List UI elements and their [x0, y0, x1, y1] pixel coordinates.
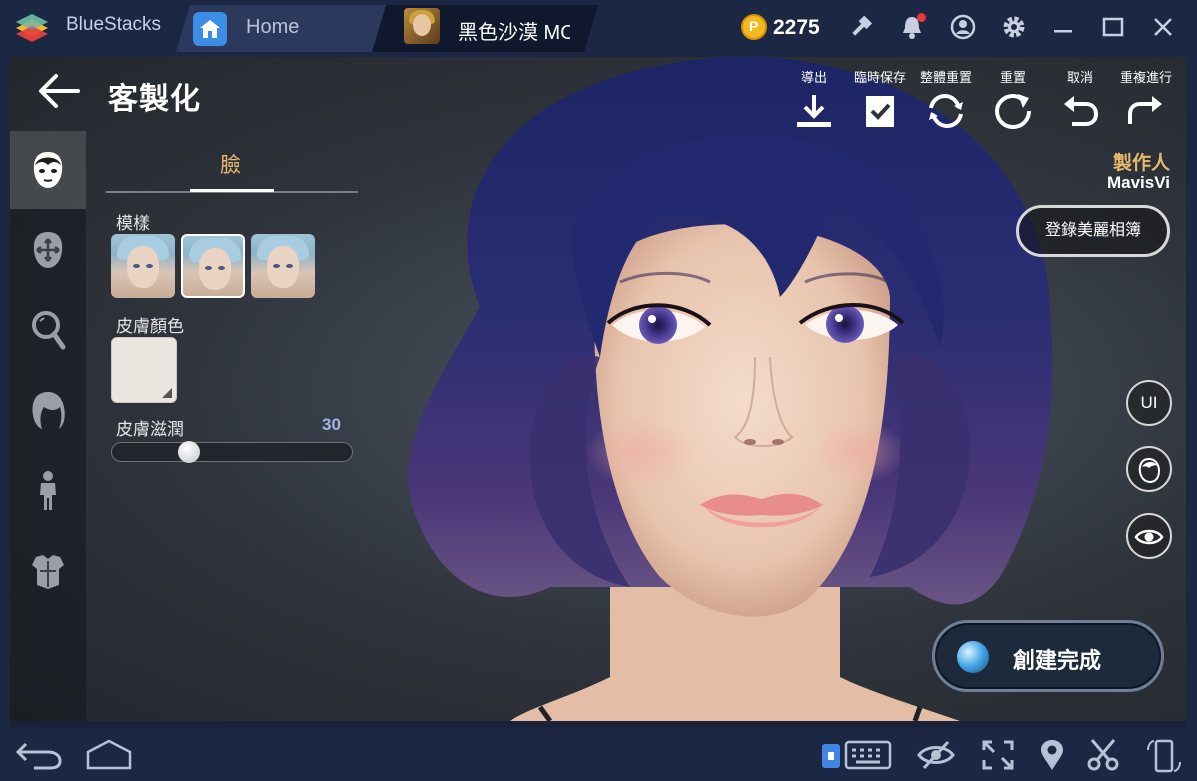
notification-dot: [917, 13, 926, 22]
download-icon: [797, 95, 831, 127]
hair-toggle-button[interactable]: [1126, 446, 1172, 492]
body-icon: [40, 471, 56, 510]
face-preset-2[interactable]: [181, 234, 245, 298]
sidebar-item-face[interactable]: [10, 131, 86, 209]
create-complete-button[interactable]: 創建完成: [932, 620, 1164, 692]
frame-right: [1186, 52, 1197, 728]
hammer-icon[interactable]: [848, 13, 876, 41]
undo-icon: [1064, 96, 1099, 126]
head-hair-icon: [1138, 457, 1161, 484]
tab-home-label[interactable]: Home: [246, 16, 299, 39]
gear-icon[interactable]: [1000, 13, 1028, 41]
frame-left: [0, 52, 10, 728]
rotate-icon: [994, 93, 1031, 130]
coin-count[interactable]: 2275: [773, 16, 820, 40]
game-viewport[interactable]: 客製化 臉 模樣 皮膚顏色 皮膚滋潤 30 導出 臨時保存 整體重置 重置 取消…: [10, 57, 1186, 721]
mirror-icon: [32, 311, 66, 350]
page-title: 客製化: [108, 83, 201, 116]
refresh-all-icon: [929, 93, 963, 129]
category-sidebar: [10, 131, 86, 721]
face-preset-3[interactable]: [251, 234, 315, 298]
home-nav-icon[interactable]: [84, 738, 134, 770]
rotate-device-icon[interactable]: [1144, 738, 1184, 774]
temp-save-button[interactable]: 臨時保存: [850, 67, 910, 130]
skin-moisture-label: 皮膚滋潤: [116, 420, 184, 439]
bluestacks-logo-icon: [16, 14, 48, 42]
eye-icon: [1134, 529, 1164, 545]
back-arrow-icon[interactable]: [36, 71, 82, 111]
eye-slash-icon[interactable]: [916, 738, 956, 772]
maximize-icon[interactable]: [1099, 13, 1127, 41]
maker-name: MavisVi: [1106, 173, 1170, 192]
style-label: 模樣: [116, 214, 150, 233]
sidebar-item-makeup[interactable]: [10, 291, 86, 369]
fullscreen-icon[interactable]: [980, 738, 1016, 772]
close-icon[interactable]: [1149, 13, 1177, 41]
scissors-icon[interactable]: [1086, 738, 1120, 772]
hair-icon: [32, 392, 65, 429]
minimize-icon[interactable]: [1049, 13, 1077, 41]
location-icon[interactable]: [1036, 738, 1068, 772]
game-app-icon[interactable]: [404, 8, 440, 44]
ui-toggle-button[interactable]: UI: [1126, 380, 1172, 426]
export-button[interactable]: 導出: [784, 67, 844, 130]
home-icon[interactable]: [193, 12, 227, 46]
beauty-album-button[interactable]: 登錄美麗相簿: [1016, 205, 1170, 257]
skin-color-swatch[interactable]: [111, 337, 177, 403]
sidebar-item-face-shape[interactable]: [10, 211, 86, 289]
redo-icon: [1128, 96, 1162, 124]
armor-icon: [32, 555, 64, 589]
sidebar-item-body[interactable]: [10, 451, 86, 529]
face-preset-1[interactable]: [111, 234, 175, 298]
reset-all-button[interactable]: 整體重置: [916, 67, 976, 130]
coin-icon[interactable]: P: [741, 14, 767, 40]
view-toggle-button[interactable]: [1126, 513, 1172, 559]
face-move-icon: [33, 232, 63, 268]
app-name: BlueStacks: [66, 14, 162, 35]
skin-moisture-slider[interactable]: [111, 442, 353, 462]
keyboard-icon[interactable]: [820, 738, 892, 772]
maker-title: 製作人: [1112, 153, 1170, 174]
redo-button[interactable]: 重複進行: [1116, 67, 1176, 130]
tab-game-label[interactable]: 黑色沙漠 MOBILE: [458, 16, 570, 45]
orb-icon: [957, 641, 989, 673]
skin-color-label: 皮膚顏色: [116, 317, 184, 336]
face-icon: [33, 152, 63, 188]
clipboard-check-icon: [866, 96, 894, 127]
account-icon[interactable]: [949, 13, 977, 41]
sidebar-item-outfit[interactable]: [10, 531, 86, 609]
skin-moisture-value: 30: [322, 415, 341, 434]
bottom-bar: [0, 728, 1197, 781]
tab-face[interactable]: 臉: [220, 149, 241, 179]
title-bar: BlueStacks Home 黑色沙漠 MOBILE P 2275: [0, 0, 1197, 52]
reset-button[interactable]: 重置: [983, 67, 1043, 130]
back-nav-icon[interactable]: [14, 738, 64, 770]
tab-active-underline: [190, 189, 274, 192]
undo-button[interactable]: 取消: [1050, 67, 1110, 130]
sidebar-item-hair[interactable]: [10, 371, 86, 449]
skin-moisture-slider-handle[interactable]: [177, 441, 200, 463]
